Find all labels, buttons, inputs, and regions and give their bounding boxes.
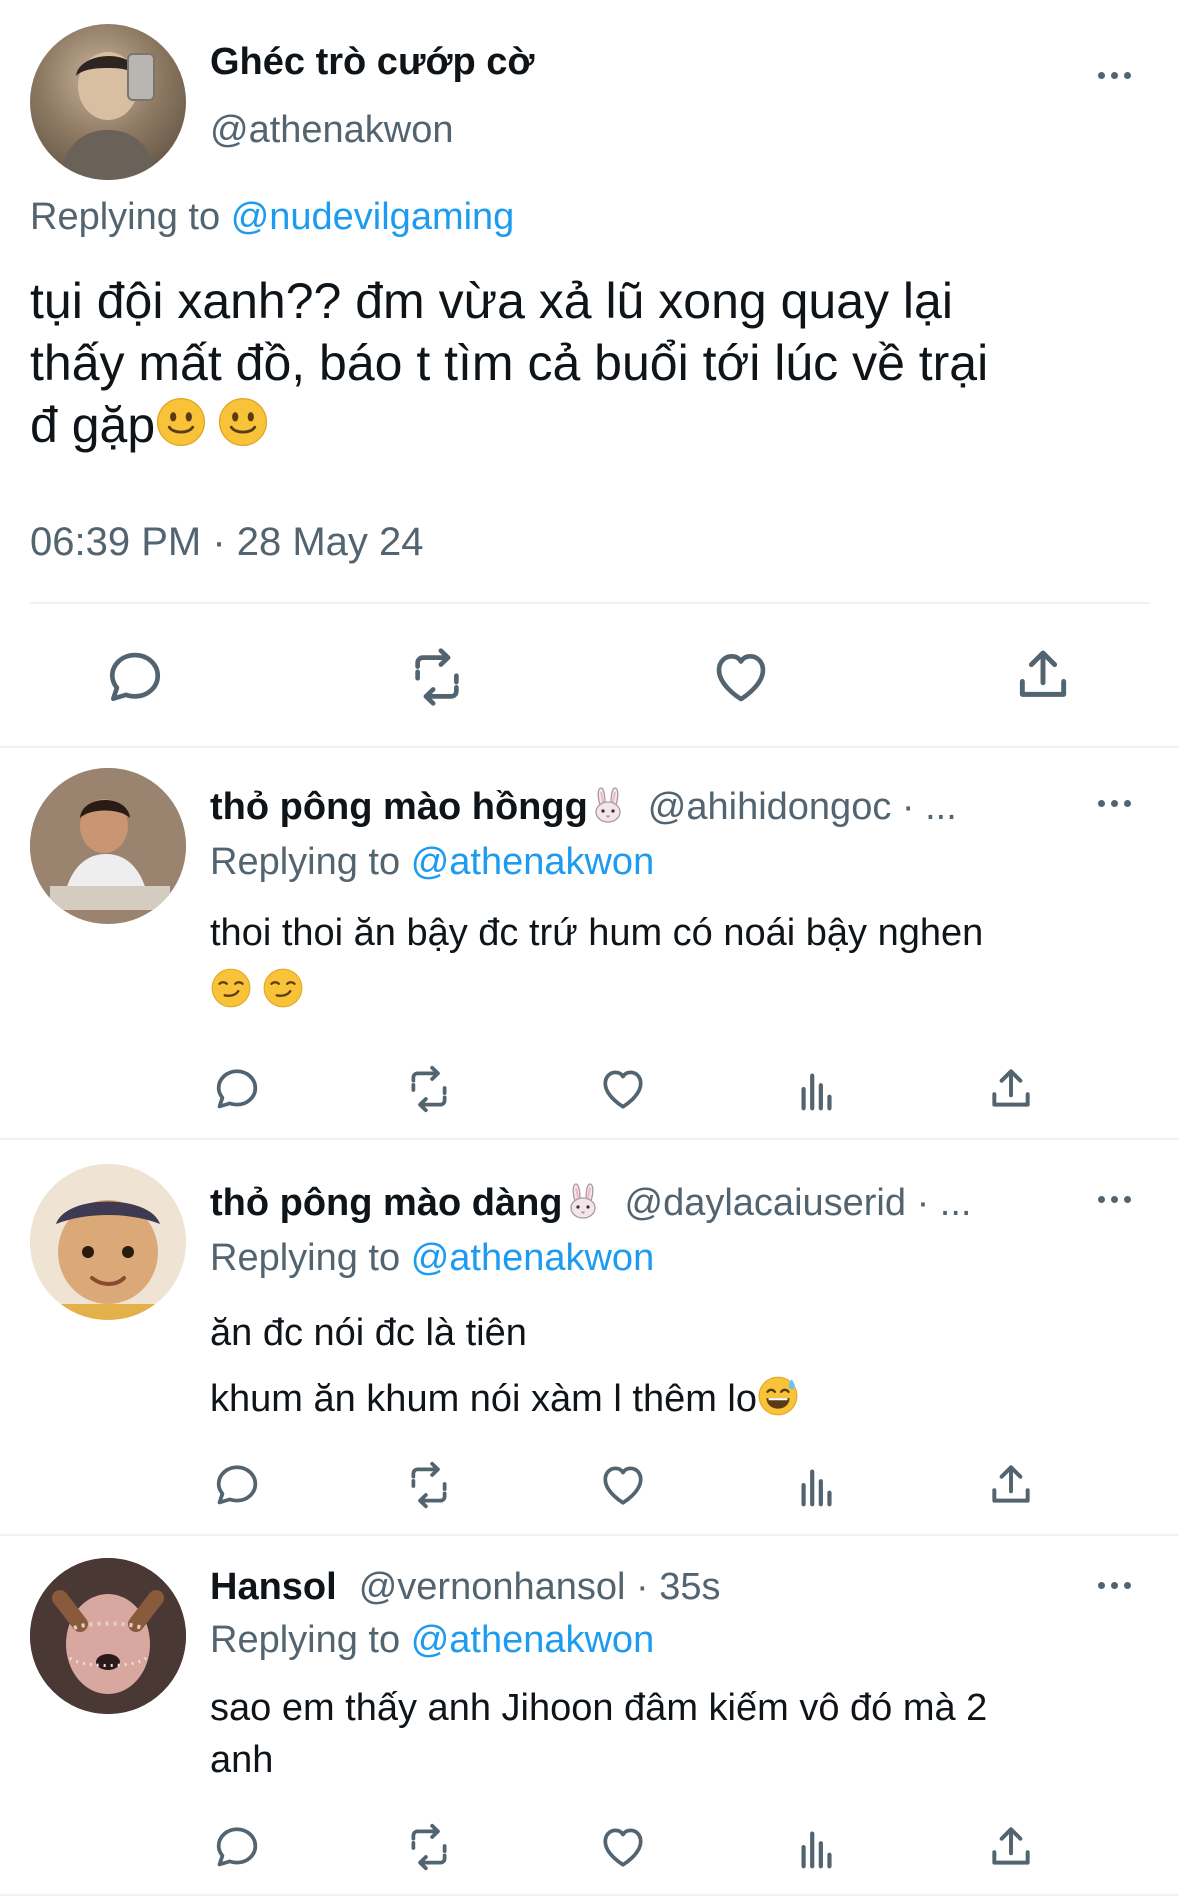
- more-icon[interactable]: [1098, 1196, 1131, 1203]
- replying-to-link[interactable]: @athenakwon: [411, 1237, 655, 1279]
- more-icon[interactable]: [1098, 1582, 1131, 1589]
- reply-text: thoi thoi ăn bậy đc trứ hum có noái bậy …: [210, 904, 1160, 1020]
- retweet-icon[interactable]: [404, 646, 470, 708]
- tweet-text-line: thấy mất đồ, báo t tìm cả buổi tới lúc v…: [30, 335, 989, 391]
- tweet-text-line: tụi đội xanh?? đm vừa xả lũ xong quay lạ…: [30, 273, 953, 329]
- replying-label: Replying to: [210, 841, 401, 883]
- author-handle[interactable]: @athenakwon: [210, 106, 454, 154]
- reply-text-line: sao em thấy anh Jihoon đâm kiếm vô đó mà…: [210, 1687, 988, 1729]
- reply-handle-meta[interactable]: @daylacaiuserid · ...: [625, 1182, 972, 1224]
- reply-header: thỏ pông mào dàng @daylacaiuserid · ...: [210, 1177, 971, 1229]
- retweet-icon[interactable]: [402, 1822, 456, 1872]
- section-divider: [0, 746, 1179, 748]
- slightly-smiling-emoji: [155, 396, 207, 448]
- grinning-sweat-emoji: [757, 1375, 799, 1417]
- reply-display-name[interactable]: thỏ pông mào dàng: [210, 1182, 563, 1224]
- heart-icon[interactable]: [598, 1460, 648, 1510]
- avatar[interactable]: [30, 768, 186, 924]
- avatar[interactable]: [30, 1164, 186, 1320]
- heart-icon[interactable]: [598, 1064, 648, 1114]
- replying-label: Replying to: [30, 196, 221, 238]
- reply-text-line: ăn đc nói đc là tiên: [210, 1312, 527, 1354]
- replying-label: Replying to: [210, 1237, 401, 1279]
- reply-text-line: anh: [210, 1739, 274, 1781]
- slightly-smiling-emoji: [217, 396, 269, 448]
- tweet-text-line-last: đ gặp: [30, 394, 1160, 456]
- share-icon[interactable]: [986, 1460, 1036, 1510]
- reply-display-name[interactable]: thỏ pông mào hồngg: [210, 786, 588, 828]
- reply-display-name[interactable]: Hansol: [210, 1566, 337, 1608]
- share-icon[interactable]: [986, 1064, 1036, 1114]
- replying-label: Replying to: [210, 1619, 401, 1661]
- smirking-emoji: [262, 967, 304, 1009]
- more-icon[interactable]: [1098, 800, 1131, 807]
- rabbit-emoji: [588, 785, 628, 825]
- reply-icon[interactable]: [212, 1822, 262, 1872]
- reply-text: sao em thấy anh Jihoon đâm kiếm vô đó mà…: [210, 1682, 1160, 1786]
- views-icon[interactable]: [794, 1068, 840, 1114]
- replying-line: Replying to @nudevilgaming: [30, 193, 514, 241]
- share-icon[interactable]: [1012, 644, 1074, 706]
- timestamp: 06:39 PM · 28 May 24: [30, 520, 424, 564]
- heart-icon[interactable]: [598, 1822, 648, 1872]
- reply-header: thỏ pông mào hồngg @ahihidongoc · ...: [210, 781, 957, 833]
- replying-line: Replying to @athenakwon: [210, 836, 654, 888]
- replying-to-link[interactable]: @athenakwon: [411, 841, 655, 883]
- divider: [30, 602, 1150, 604]
- avatar[interactable]: [30, 1558, 186, 1714]
- reply-handle-meta[interactable]: @ahihidongoc · ...: [648, 786, 957, 828]
- replying-to-link[interactable]: @nudevilgaming: [231, 196, 515, 238]
- section-divider: [0, 1894, 1179, 1896]
- share-icon[interactable]: [986, 1822, 1036, 1872]
- reply-text: ăn đc nói đc là tiên khum ăn khum nói xà…: [210, 1300, 1160, 1432]
- more-icon[interactable]: [1098, 72, 1131, 79]
- retweet-icon[interactable]: [402, 1460, 456, 1510]
- section-divider: [0, 1534, 1179, 1536]
- author-display-name[interactable]: Ghéc trò cướp cờ: [210, 38, 534, 86]
- replying-to-link[interactable]: @athenakwon: [411, 1619, 655, 1661]
- smirking-emoji: [210, 967, 252, 1009]
- avatar[interactable]: [30, 24, 186, 180]
- replying-line: Replying to @athenakwon: [210, 1614, 654, 1666]
- reply-text-line: thoi thoi ăn bậy đc trứ hum có noái bậy …: [210, 912, 984, 954]
- retweet-icon[interactable]: [402, 1064, 456, 1114]
- replying-line: Replying to @athenakwon: [210, 1232, 654, 1284]
- section-divider: [0, 1138, 1179, 1140]
- reply-handle-meta[interactable]: @vernonhansol · 35s: [359, 1566, 721, 1608]
- heart-icon[interactable]: [710, 646, 772, 708]
- tweet-text: tụi đội xanh?? đm vừa xả lũ xong quay lạ…: [30, 270, 1160, 456]
- views-icon[interactable]: [794, 1464, 840, 1510]
- reply-icon[interactable]: [212, 1064, 262, 1114]
- reply-icon[interactable]: [212, 1460, 262, 1510]
- reply-text-line: khum ăn khum nói xàm l thêm lo: [210, 1366, 1160, 1432]
- reply-emoji-line: [210, 962, 1160, 1020]
- reply-header: Hansol @vernonhansol · 35s: [210, 1561, 720, 1613]
- rabbit-emoji: [563, 1181, 603, 1221]
- reply-icon[interactable]: [104, 646, 166, 708]
- views-icon[interactable]: [794, 1826, 840, 1872]
